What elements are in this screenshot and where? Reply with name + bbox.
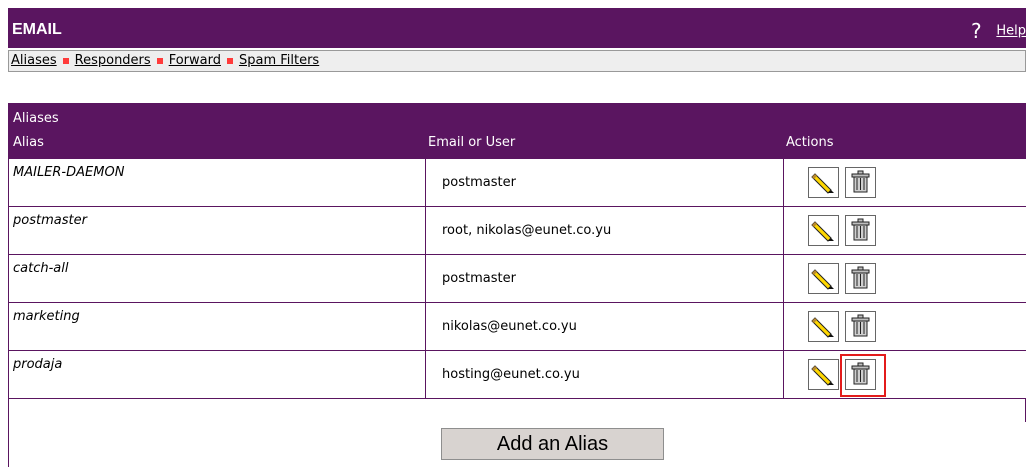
- actions-cell: [784, 303, 1026, 350]
- column-email: Email or User: [428, 135, 516, 150]
- alias-cell: prodaja: [9, 351, 426, 398]
- nav-links: Aliases Responders Forward Spam Filters: [11, 52, 319, 70]
- email-cell: nikolas@eunet.co.yu: [426, 303, 784, 350]
- nav-forward[interactable]: Forward: [169, 53, 221, 68]
- delete-button[interactable]: [845, 215, 876, 246]
- edit-button[interactable]: [808, 311, 839, 342]
- pencil-icon: [809, 216, 838, 245]
- actions-cell: [784, 159, 1026, 206]
- email-value: hosting@eunet.co.yu: [442, 367, 580, 382]
- table-row: postmaster root, nikolas@eunet.co.yu: [9, 207, 1026, 255]
- trash-icon: [846, 264, 875, 293]
- aliases-table: Aliases Alias Email or User Actions MAIL…: [8, 103, 1026, 468]
- nav-separator: [62, 57, 69, 64]
- delete-button[interactable]: [845, 359, 876, 390]
- edit-button[interactable]: [808, 167, 839, 198]
- add-alias-button[interactable]: Add an Alias: [441, 428, 664, 460]
- trash-icon: [846, 168, 875, 197]
- page-title: EMAIL: [12, 21, 62, 38]
- column-actions: Actions: [786, 135, 834, 150]
- delete-button[interactable]: [845, 311, 876, 342]
- table-caption: Aliases: [13, 111, 59, 126]
- nav-separator: [156, 57, 163, 64]
- email-value: postmaster: [442, 271, 516, 286]
- edit-button[interactable]: [808, 263, 839, 294]
- column-alias: Alias: [13, 135, 44, 150]
- trash-icon: [846, 216, 875, 245]
- table-header: Aliases Alias Email or User Actions: [9, 104, 1026, 159]
- email-cell: hosting@eunet.co.yu: [426, 351, 784, 398]
- email-value: postmaster: [442, 175, 516, 190]
- nav-spam-filters[interactable]: Spam Filters: [239, 53, 319, 68]
- alias-name: marketing: [13, 309, 80, 324]
- title-bar: [8, 8, 1026, 48]
- email-header: EMAIL ? Help: [8, 8, 1026, 48]
- table-row: marketing nikolas@eunet.co.yu: [9, 303, 1026, 351]
- alias-name: prodaja: [13, 357, 63, 372]
- alias-cell: postmaster: [9, 207, 426, 254]
- email-value: nikolas@eunet.co.yu: [442, 319, 577, 334]
- help-link-container[interactable]: ? Help: [970, 19, 1026, 43]
- email-value: root, nikolas@eunet.co.yu: [442, 223, 612, 238]
- delete-button[interactable]: [845, 263, 876, 294]
- table-row: MAILER-DAEMON postmaster: [9, 159, 1026, 207]
- trash-icon: [846, 360, 875, 389]
- table-row: catch-all postmaster: [9, 255, 1026, 303]
- pencil-icon: [809, 360, 838, 389]
- alias-cell: MAILER-DAEMON: [9, 159, 426, 206]
- add-alias-row: Add an Alias: [9, 422, 1026, 468]
- edit-button[interactable]: [808, 359, 839, 390]
- svg-text:?: ?: [971, 21, 982, 41]
- email-cell: postmaster: [426, 159, 784, 206]
- delete-button[interactable]: [845, 167, 876, 198]
- alias-name: postmaster: [13, 213, 87, 228]
- actions-cell: [784, 207, 1026, 254]
- email-cell: postmaster: [426, 255, 784, 302]
- trash-icon: [846, 312, 875, 341]
- edit-button[interactable]: [808, 215, 839, 246]
- nav-separator: [226, 57, 233, 64]
- actions-cell: [784, 255, 1026, 302]
- nav-responders[interactable]: Responders: [75, 53, 151, 68]
- alias-name: MAILER-DAEMON: [13, 165, 125, 180]
- pencil-icon: [809, 312, 838, 341]
- actions-cell: [784, 351, 1026, 398]
- alias-cell: catch-all: [9, 255, 426, 302]
- alias-cell: marketing: [9, 303, 426, 350]
- pencil-icon: [809, 168, 838, 197]
- table-row: prodaja hosting@eunet.co.yu: [9, 351, 1026, 399]
- alias-name: catch-all: [13, 261, 69, 276]
- help-icon: ?: [970, 19, 988, 43]
- nav-aliases[interactable]: Aliases: [11, 53, 57, 68]
- email-nav: Aliases Responders Forward Spam Filters: [8, 50, 1026, 72]
- email-cell: root, nikolas@eunet.co.yu: [426, 207, 784, 254]
- help-link[interactable]: Help: [996, 24, 1026, 39]
- pencil-icon: [809, 264, 838, 293]
